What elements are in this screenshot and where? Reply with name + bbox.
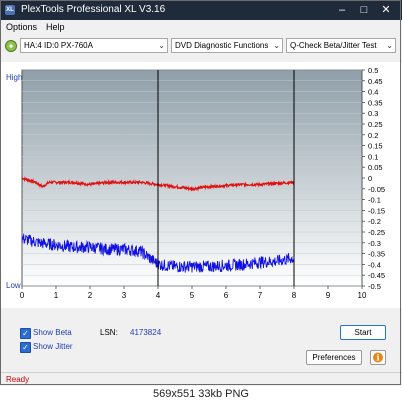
caption-text: 569x551 33kb PNG <box>152 388 249 400</box>
app-window: XL PlexTools Professional XL V3.16 – □ ✕… <box>0 0 402 404</box>
controls-panel: ✓ Show Beta ✓ Show Jitter LSN: 4173824 S… <box>0 318 402 372</box>
show-jitter-checkbox[interactable]: ✓ <box>20 342 31 353</box>
x-tick-label: 1 <box>54 291 59 300</box>
y-tick-label: 0.4 <box>368 88 378 97</box>
start-button[interactable]: Start <box>340 325 386 340</box>
function-select[interactable]: DVD Diagnostic Functions ⌄ <box>171 38 283 53</box>
x-tick-label: 4 <box>156 291 161 300</box>
drive-select-value: HA:4 ID:0 PX-760A <box>24 41 93 50</box>
app-logo-icon: XL <box>5 5 15 15</box>
x-tick-label: 7 <box>258 291 263 300</box>
info-button[interactable]: i <box>370 350 386 365</box>
x-tick-label: 2 <box>88 291 93 300</box>
low-label: Low <box>6 281 21 290</box>
info-icon: i <box>373 352 383 363</box>
x-tick-label: 8 <box>292 291 297 300</box>
y-tick-label: -0.1 <box>368 196 381 205</box>
beta-jitter-chart: 0 1 2 3 4 5 6 7 8 9 10 0.5 0.45 0.40.35 0.3 0.25 0.2 0.1… <box>6 66 385 300</box>
disc-drive-icon <box>5 40 17 52</box>
y-tick-label: -0.5 <box>368 282 381 291</box>
close-icon[interactable]: ✕ <box>378 2 394 18</box>
test-select[interactable]: Q-Check Beta/Jitter Test ⌄ <box>286 38 396 53</box>
y-tick-label: -0.3 <box>368 239 381 248</box>
x-tick-label: 3 <box>122 291 127 300</box>
status-text: Ready <box>6 375 30 384</box>
x-tick-label: 9 <box>326 291 331 300</box>
y-tick-label: 0.2 <box>368 131 378 140</box>
minimize-icon[interactable]: – <box>334 2 350 18</box>
test-select-value: Q-Check Beta/Jitter Test <box>290 41 377 50</box>
y-tick-label: -0.15 <box>368 206 385 215</box>
maximize-icon[interactable]: □ <box>356 2 372 18</box>
y-tick-label: 0.1 <box>368 152 378 161</box>
x-tick-label: 5 <box>190 291 195 300</box>
y-tick-label: -0.4 <box>368 260 381 269</box>
chevron-down-icon: ⌄ <box>386 41 393 50</box>
y-tick-label: 0.5 <box>368 66 378 75</box>
lsn-label: LSN: <box>100 328 118 337</box>
status-bar: Ready <box>0 372 402 387</box>
show-beta-checkbox[interactable]: ✓ <box>20 328 31 339</box>
chevron-down-icon: ⌄ <box>273 41 280 50</box>
menu-help[interactable]: Help <box>46 22 65 32</box>
x-tick-label: 6 <box>224 291 229 300</box>
y-tick-label: 0.05 <box>368 163 383 172</box>
y-tick-label: 0.35 <box>368 98 383 107</box>
high-label: High <box>6 73 22 82</box>
y-tick-label: -0.35 <box>368 250 385 259</box>
lsn-value: 4173824 <box>130 328 162 337</box>
svg-text:i: i <box>376 353 379 363</box>
function-select-value: DVD Diagnostic Functions <box>175 41 269 50</box>
y-tick-label: -0.25 <box>368 228 385 237</box>
y-tick-label: 0 <box>368 174 372 183</box>
preferences-button[interactable]: Preferences <box>306 350 362 365</box>
menu-options[interactable]: Options <box>6 22 37 32</box>
chart-area: 0 1 2 3 4 5 6 7 8 9 10 0.5 0.45 0.4 0.35 0.3 0.25 0.2 0.1… <box>0 62 402 308</box>
y-tick-label: -0.05 <box>368 185 385 194</box>
image-caption: 569x551 33kb PNG <box>0 386 402 404</box>
title-bar: XL PlexTools Professional XL V3.16 – □ ✕ <box>0 0 402 20</box>
y-tick-label: 0.45 <box>368 77 383 86</box>
y-tick-label: 0.25 <box>368 120 383 129</box>
y-tick-label: -0.45 <box>368 271 385 280</box>
toolbar: HA:4 ID:0 PX-760A ⌄ DVD Diagnostic Funct… <box>0 37 402 56</box>
show-jitter-label[interactable]: Show Jitter <box>33 342 73 351</box>
y-tick-label: 0.15 <box>368 142 383 151</box>
y-tick-label: -0.2 <box>368 217 381 226</box>
window-title: PlexTools Professional XL V3.16 <box>21 4 166 15</box>
x-tick-label: 0 <box>20 291 25 300</box>
chevron-down-icon: ⌄ <box>158 41 165 50</box>
show-beta-label[interactable]: Show Beta <box>33 328 72 337</box>
y-tick-label: 0.3 <box>368 109 378 118</box>
menu-bar: Options Help <box>0 20 402 36</box>
drive-select[interactable]: HA:4 ID:0 PX-760A ⌄ <box>20 38 168 53</box>
x-tick-label: 10 <box>358 291 367 300</box>
